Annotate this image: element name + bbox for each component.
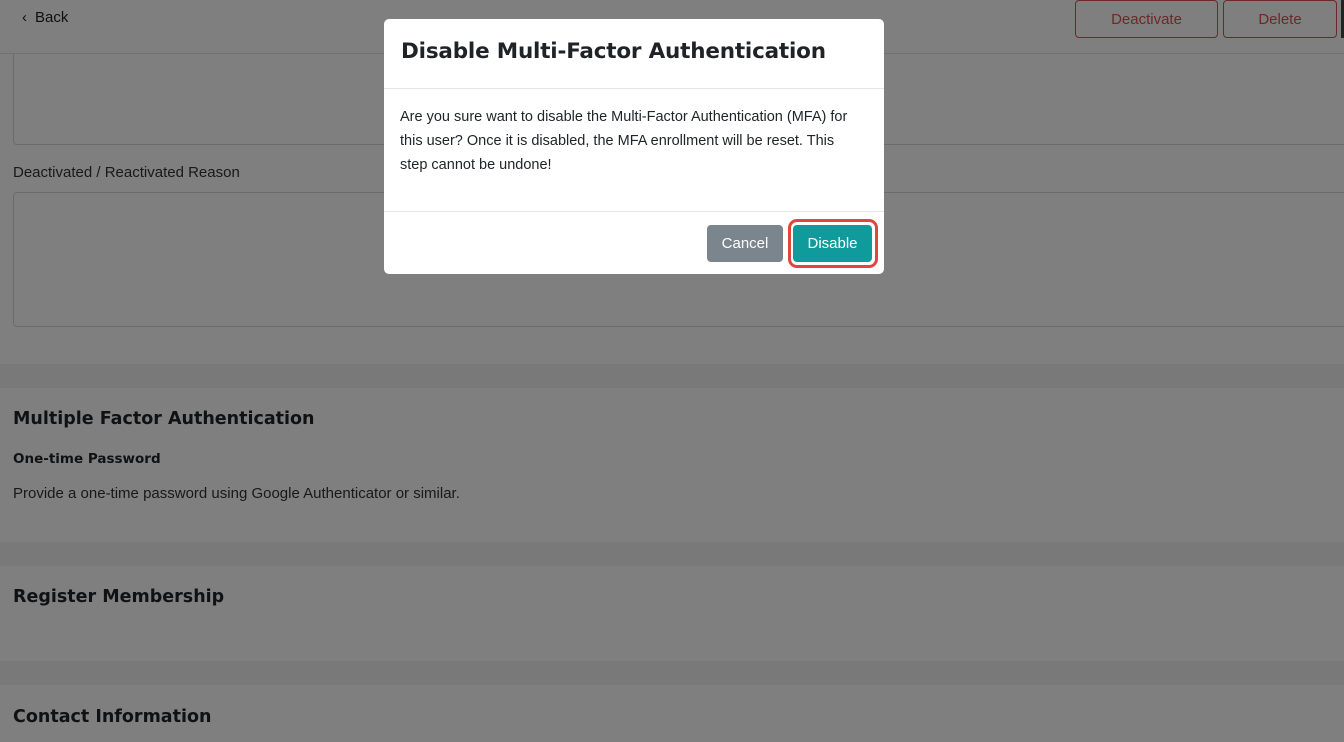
dialog-footer: Cancel Disable (384, 211, 884, 274)
disable-mfa-dialog: Disable Multi-Factor Authentication Are … (384, 19, 884, 274)
dialog-title: Disable Multi-Factor Authentication (401, 39, 826, 64)
disable-button[interactable]: Disable (793, 225, 872, 262)
dialog-message: Are you sure want to disable the Multi-F… (400, 109, 848, 173)
dialog-header: Disable Multi-Factor Authentication (384, 19, 884, 89)
cancel-button[interactable]: Cancel (707, 225, 783, 262)
